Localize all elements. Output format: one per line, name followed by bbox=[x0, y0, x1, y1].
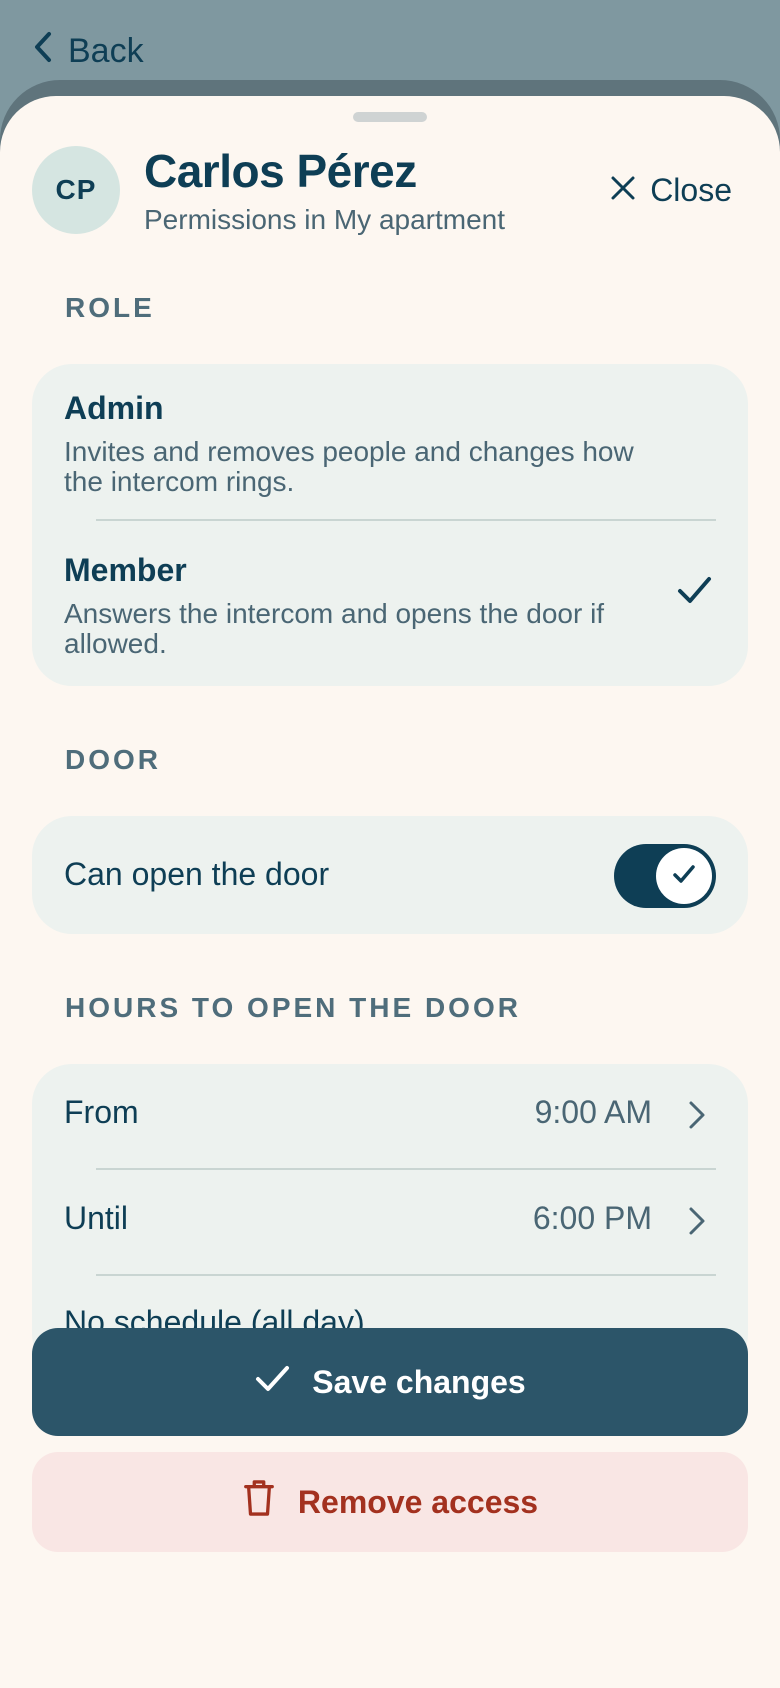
chevron-right-icon bbox=[688, 1100, 706, 1130]
avatar: CP bbox=[32, 146, 120, 234]
trash-icon bbox=[242, 1478, 276, 1526]
back-label: Back bbox=[68, 31, 144, 70]
close-button[interactable]: Close bbox=[610, 172, 732, 209]
from-label: From bbox=[64, 1094, 139, 1130]
chevron-right-icon bbox=[688, 1206, 706, 1236]
role-option-admin[interactable]: Admin Invites and removes people and cha… bbox=[64, 390, 716, 497]
until-row[interactable]: Until 6:00 PM bbox=[32, 1170, 748, 1274]
from-row[interactable]: From 9:00 AM bbox=[32, 1064, 748, 1168]
until-value: 6:00 PM bbox=[532, 1200, 652, 1236]
hours-section-label: HOURS TO OPEN THE DOOR bbox=[65, 992, 521, 1023]
role-section-label: ROLE bbox=[65, 292, 155, 323]
door-section-label: DOOR bbox=[65, 744, 161, 775]
close-label: Close bbox=[650, 172, 732, 208]
remove-access-button[interactable]: Remove access bbox=[32, 1452, 748, 1552]
toggle-knob bbox=[656, 848, 712, 904]
avatar-initials: CP bbox=[55, 174, 97, 205]
divider bbox=[96, 519, 716, 521]
chevron-left-icon bbox=[32, 30, 54, 73]
door-card: Can open the door bbox=[32, 816, 748, 934]
page-subtitle: Permissions in My apartment bbox=[144, 204, 506, 235]
checkmark-icon bbox=[670, 860, 698, 893]
sheet-grabber[interactable] bbox=[353, 112, 427, 122]
can-open-door-label: Can open the door bbox=[64, 856, 330, 892]
role-option-member[interactable]: Member Answers the intercom and opens th… bbox=[64, 552, 716, 659]
until-label: Until bbox=[64, 1200, 129, 1236]
role-option-description: Answers the intercom and opens the door … bbox=[64, 598, 605, 659]
role-option-title: Member bbox=[64, 552, 187, 588]
can-open-door-toggle[interactable] bbox=[614, 844, 716, 908]
save-changes-label: Save changes bbox=[312, 1363, 526, 1400]
remove-access-label: Remove access bbox=[297, 1483, 539, 1520]
checkmark-icon bbox=[674, 570, 714, 610]
page-title: Carlos Pérez bbox=[144, 145, 417, 197]
role-card: Admin Invites and removes people and cha… bbox=[32, 364, 748, 686]
close-icon bbox=[610, 172, 636, 209]
role-option-title: Admin bbox=[64, 390, 164, 426]
checkmark-icon bbox=[254, 1360, 290, 1404]
save-changes-button[interactable]: Save changes bbox=[32, 1328, 748, 1436]
permissions-sheet: CP Carlos Pérez Permissions in My apartm… bbox=[0, 96, 780, 1688]
from-value: 9:00 AM bbox=[534, 1094, 652, 1130]
back-button[interactable]: Back bbox=[32, 30, 144, 72]
role-option-description: Invites and removes people and changes h… bbox=[64, 436, 634, 497]
